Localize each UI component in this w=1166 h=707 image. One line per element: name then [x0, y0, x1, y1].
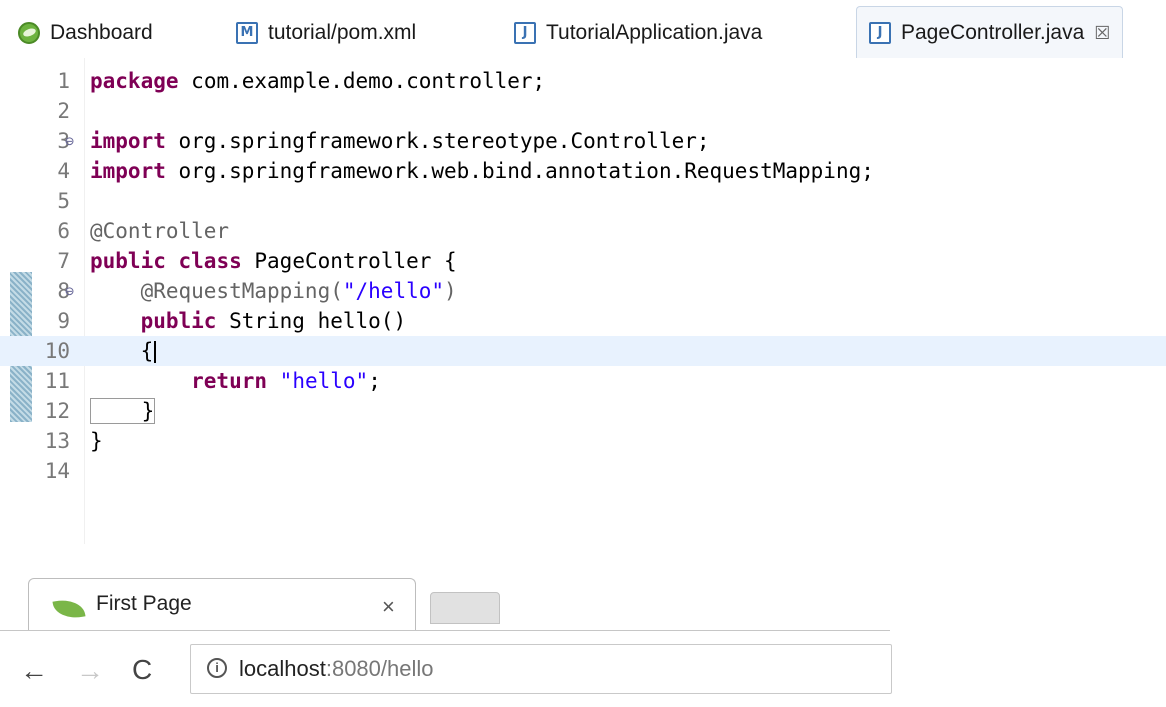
keyword-token: public — [90, 249, 166, 273]
code-text: package com.example.demo.controller; — [90, 66, 545, 96]
code-token: org.springframework.stereotype.Controlle… — [178, 129, 710, 153]
code-line[interactable]: 8 ⊖ @RequestMapping("/hello") — [0, 276, 1166, 306]
code-token: PageController { — [254, 249, 457, 273]
string-token: "/hello" — [342, 279, 445, 303]
code-token: } — [90, 398, 156, 424]
line-number: 5 — [57, 189, 70, 213]
line-number: 2 — [57, 99, 70, 123]
code-token: { — [90, 339, 154, 363]
line-number: 6 — [57, 219, 70, 243]
line-number: 13 — [44, 429, 70, 453]
code-token: String hello() — [229, 309, 407, 333]
keyword-token: public — [90, 309, 217, 333]
java-file-icon: J — [514, 22, 536, 44]
code-line[interactable]: 2 — [0, 96, 1166, 126]
keyword-token: return — [90, 369, 268, 393]
code-line[interactable]: 10 { — [0, 336, 1166, 366]
code-line[interactable]: 12 } — [0, 396, 1166, 426]
keyword-token: import — [90, 129, 166, 153]
tab-label: PageController.java — [901, 21, 1085, 44]
code-text: public class PageController { — [90, 246, 457, 276]
line-number: 10 — [44, 339, 70, 363]
keyword-token: package — [90, 69, 179, 93]
browser-window: First Page × ← → C i localhost:8080/hell… — [0, 560, 892, 707]
code-text: { — [90, 336, 157, 366]
code-line[interactable]: 1 package com.example.demo.controller; — [0, 66, 1166, 96]
info-icon[interactable]: i — [207, 658, 227, 678]
new-tab-button[interactable] — [430, 592, 500, 624]
code-line[interactable]: 11 return "hello"; — [0, 366, 1166, 396]
java-file-icon: J — [869, 22, 891, 44]
line-number: 1 — [57, 69, 70, 93]
browser-tab-title: First Page — [96, 592, 192, 615]
url-host: localhost — [239, 656, 326, 681]
tab-label: TutorialApplication.java — [546, 21, 763, 44]
code-token: org.springframework.web.bind.annotation.… — [178, 159, 874, 183]
tab-label: Dashboard — [50, 21, 153, 44]
annotation-token: ) — [444, 279, 457, 303]
fold-toggle-icon[interactable]: ⊖ — [65, 276, 74, 306]
tab-page-controller[interactable]: J PageController.java ☒ — [856, 6, 1124, 59]
url-text[interactable]: localhost:8080/hello — [239, 656, 434, 682]
keyword-token: import — [90, 159, 166, 183]
code-line[interactable]: 9 public String hello() — [0, 306, 1166, 336]
code-text: } — [90, 396, 156, 426]
browser-tab[interactable] — [28, 578, 416, 631]
line-number: 4 — [57, 159, 70, 183]
forward-arrow-icon[interactable]: → — [76, 655, 104, 687]
code-line[interactable]: 5 — [0, 186, 1166, 216]
annotation-token: @RequestMapping( — [90, 279, 343, 303]
tab-label: tutorial/pom.xml — [268, 21, 417, 44]
string-token: "hello" — [279, 369, 369, 393]
close-tab-icon[interactable]: ☒ — [1094, 23, 1110, 44]
code-text: import org.springframework.web.bind.anno… — [90, 156, 874, 186]
code-token: } — [90, 429, 103, 453]
code-token: ; — [368, 369, 381, 393]
code-text: return "hello"; — [90, 366, 381, 396]
reload-icon[interactable]: C — [132, 654, 152, 686]
code-line[interactable]: 13} — [0, 426, 1166, 456]
annotation-token: @Controller — [90, 219, 230, 243]
code-line[interactable]: 14 — [0, 456, 1166, 486]
code-text: import org.springframework.stereotype.Co… — [90, 126, 710, 156]
url-path: :8080/hello — [325, 656, 434, 681]
code-line[interactable]: 7 public class PageController { — [0, 246, 1166, 276]
line-number: 12 — [44, 399, 70, 423]
code-text: @RequestMapping("/hello") — [90, 276, 457, 306]
code-editor[interactable]: 1 package com.example.demo.controller; 2 3 ⊖… — [0, 58, 1166, 544]
line-number: 14 — [44, 459, 70, 483]
code-line[interactable]: 6 @Controller — [0, 216, 1166, 246]
back-arrow-icon[interactable]: ← — [20, 655, 48, 687]
code-line[interactable]: 3 ⊖ import org.springframework.stereotype.… — [0, 126, 1166, 156]
code-text: public String hello() — [90, 306, 407, 336]
keyword-token: class — [178, 249, 242, 273]
spring-dashboard-icon — [18, 22, 40, 44]
address-bar[interactable]: i localhost:8080/hello — [190, 644, 892, 694]
line-number: 7 — [57, 249, 70, 273]
editor-tab-bar: Dashboard M tutorial/pom.xml J TutorialA… — [0, 0, 1166, 59]
code-text: @Controller — [90, 216, 229, 246]
tab-pom-xml[interactable]: M tutorial/pom.xml — [236, 10, 416, 56]
code-text: } — [90, 426, 103, 456]
line-number: 9 — [57, 309, 70, 333]
tab-tutorial-application[interactable]: J TutorialApplication.java — [514, 10, 762, 56]
code-token: com.example.demo.controller; — [191, 69, 546, 93]
maven-file-icon: M — [236, 22, 258, 44]
fold-toggle-icon[interactable]: ⊖ — [65, 126, 74, 156]
toolbar-divider — [0, 630, 890, 631]
close-tab-icon[interactable]: × — [382, 594, 395, 620]
line-number: 11 — [44, 369, 70, 393]
code-line[interactable]: 4 import org.springframework.web.bind.ann… — [0, 156, 1166, 186]
tab-dashboard[interactable]: Dashboard — [18, 10, 153, 56]
text-caret — [154, 341, 157, 363]
